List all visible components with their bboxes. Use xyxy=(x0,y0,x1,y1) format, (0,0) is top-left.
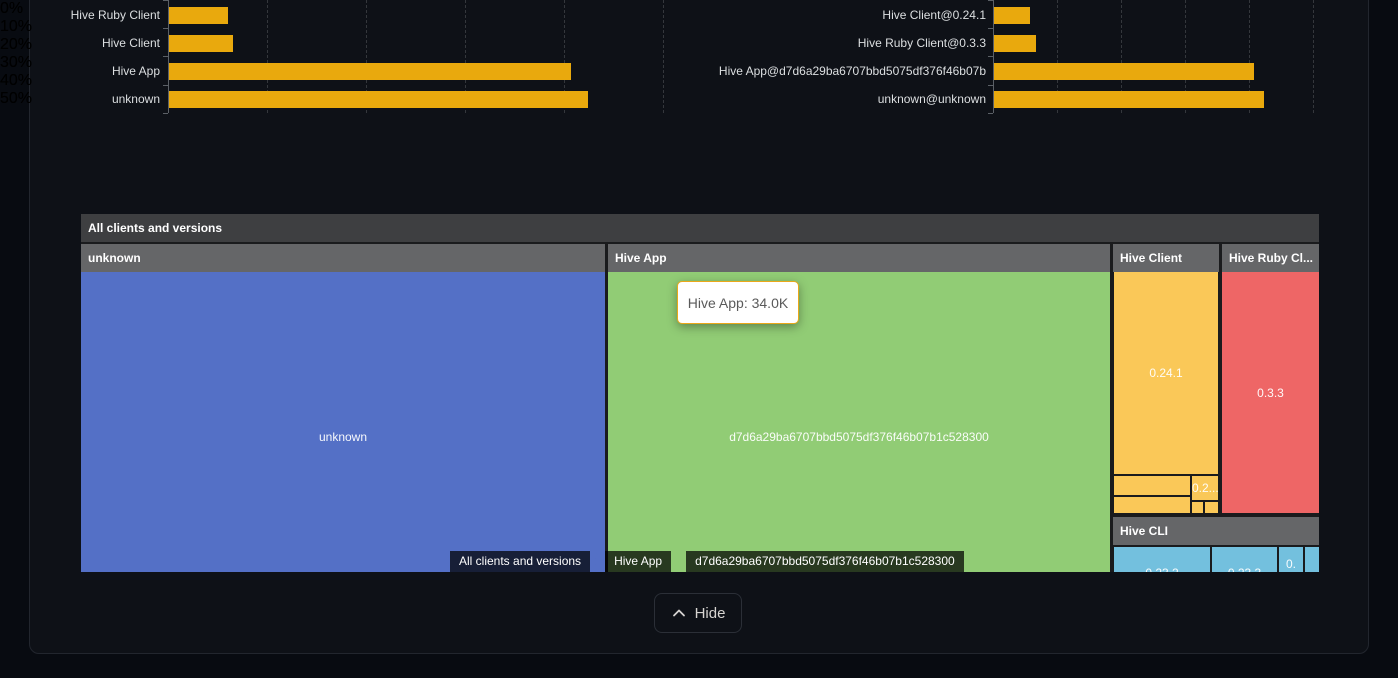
treemap-tooltip: Hive App: 34.0K xyxy=(677,281,799,324)
bar[interactable] xyxy=(994,91,1264,108)
y-axis-tick xyxy=(988,0,993,1)
treemap-cell[interactable] xyxy=(1114,497,1190,513)
treemap-cell-label: 0.23.3 xyxy=(1212,565,1277,572)
treemap-cell[interactable] xyxy=(1114,476,1190,495)
bar[interactable] xyxy=(994,63,1254,80)
grid-line xyxy=(1313,0,1314,113)
breadcrumb-chevron-icon xyxy=(591,551,604,572)
treemap-cell[interactable] xyxy=(1205,502,1218,513)
treemap-breadcrumb: All clients and versions Hive App d7d6a29b… xyxy=(450,551,964,572)
treemap-header-label: Hive Client xyxy=(1113,244,1219,272)
treemap-cell-label: 0.3.3 xyxy=(1222,385,1319,401)
treemap-cell-label: 0.2... xyxy=(1192,480,1218,496)
treemap-header-label: Hive App xyxy=(608,244,1110,272)
hide-button[interactable]: Hide xyxy=(654,593,742,633)
chevron-up-icon xyxy=(671,607,687,619)
treemap-header-label: All clients and versions xyxy=(81,214,1319,242)
breadcrumb-chevron-icon xyxy=(672,551,685,572)
category-label: Hive Ruby Client@0.3.3 xyxy=(686,35,986,51)
treemap-cell-label: 0.24.1 xyxy=(1114,365,1218,381)
bar[interactable] xyxy=(994,7,1030,24)
breadcrumb-item[interactable]: d7d6a29ba6707bbd5075df376f46b07b1c528300 xyxy=(686,551,964,572)
breadcrumb-item[interactable]: Hive App xyxy=(605,551,671,572)
y-axis-tick xyxy=(988,28,993,29)
treemap-header[interactable]: Hive App xyxy=(608,244,1110,272)
treemap-header-label: Hive Ruby Cl... xyxy=(1222,244,1319,272)
treemap-cell-label: unknown xyxy=(81,429,605,445)
category-label: Hive Client@0.24.1 xyxy=(686,7,986,23)
clients-treemap[interactable]: All clients and versionsunknownHive AppH… xyxy=(81,214,1319,572)
treemap-header[interactable]: unknown xyxy=(81,244,605,272)
treemap-cell[interactable] xyxy=(1192,502,1203,513)
treemap-header[interactable]: All clients and versions xyxy=(81,214,1319,242)
treemap-header[interactable]: Hive Ruby Cl... xyxy=(1222,244,1319,272)
category-label: unknown@unknown xyxy=(686,91,986,107)
treemap-header[interactable]: Hive CLI xyxy=(1113,517,1319,545)
treemap-cell-label: 0.23.2 xyxy=(1114,565,1210,572)
category-label: Hive App@d7d6a29ba6707bbd5075df376f46b07… xyxy=(686,63,986,79)
treemap-cell-label: d7d6a29ba6707bbd5075df376f46b07b1c528300 xyxy=(608,429,1110,445)
client-versions-bar-chart: Hive Client@0.24.1 Hive Ruby Client@0.3.3… xyxy=(0,0,1398,140)
treemap-cell-label: 0. xyxy=(1279,556,1303,572)
bar[interactable] xyxy=(994,35,1036,52)
breadcrumb-item[interactable]: All clients and versions xyxy=(450,551,590,572)
treemap-cell[interactable] xyxy=(1305,547,1319,572)
treemap-header[interactable]: Hive Client xyxy=(1113,244,1219,272)
y-axis-tick xyxy=(988,85,993,86)
tooltip-text: Hive App: 34.0K xyxy=(688,295,788,311)
clients-insights-page: Hive Ruby ClientHive ClientHive Appunkno… xyxy=(0,0,1398,678)
hide-button-label: Hide xyxy=(695,605,726,622)
y-axis-tick xyxy=(988,56,993,57)
treemap-cell[interactable] xyxy=(81,272,605,572)
treemap-header-label: unknown xyxy=(81,244,605,272)
treemap-header-label: Hive CLI xyxy=(1113,517,1319,545)
y-axis-tick xyxy=(988,113,993,114)
